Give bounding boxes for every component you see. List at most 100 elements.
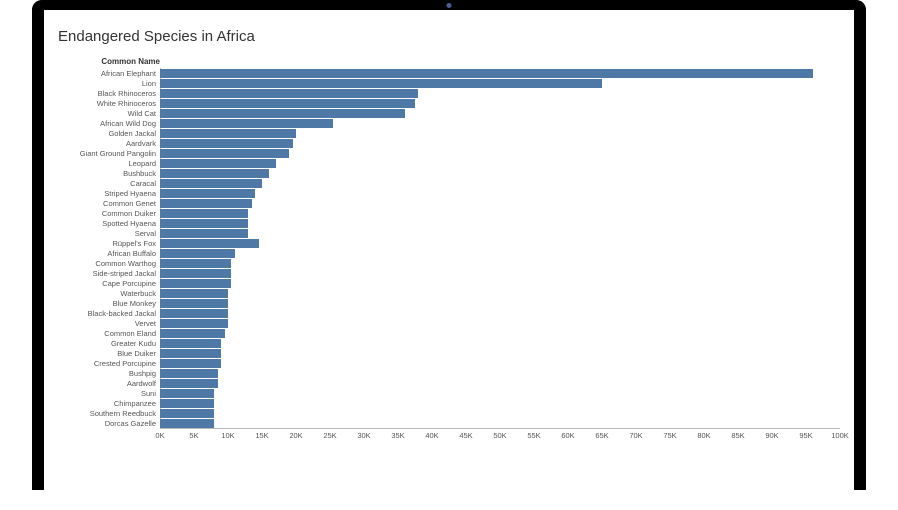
category-label: Common Warthog <box>54 259 160 268</box>
bar-track <box>160 228 840 238</box>
bar-row: Blue Monkey <box>54 298 840 308</box>
category-label: Common Duiker <box>54 209 160 218</box>
bar-row: Waterbuck <box>54 288 840 298</box>
bar-track <box>160 108 840 118</box>
bar-track <box>160 158 840 168</box>
bar <box>160 369 218 378</box>
bezel-left <box>32 0 44 490</box>
category-label: Crested Porcupine <box>54 359 160 368</box>
bar <box>160 199 252 208</box>
bar <box>160 359 221 368</box>
bar-track <box>160 358 840 368</box>
bar-track <box>160 68 840 78</box>
category-label: Cape Porcupine <box>54 279 160 288</box>
bar-track <box>160 238 840 248</box>
bar <box>160 379 218 388</box>
category-label: Giant Ground Pangolin <box>54 149 160 158</box>
bar <box>160 69 813 78</box>
bar <box>160 419 214 428</box>
x-tick: 90K <box>765 431 778 440</box>
bar <box>160 299 228 308</box>
category-label: Suni <box>54 389 160 398</box>
bar-track <box>160 368 840 378</box>
category-label: Black Rhinoceros <box>54 89 160 98</box>
x-tick: 5K <box>189 431 198 440</box>
bar-row: Caracal <box>54 178 840 188</box>
x-tick: 65K <box>595 431 608 440</box>
bar-track <box>160 258 840 268</box>
x-tick: 70K <box>629 431 642 440</box>
bar-track <box>160 348 840 358</box>
x-tick: 0K <box>155 431 164 440</box>
bar <box>160 389 214 398</box>
category-label: African Elephant <box>54 69 160 78</box>
screen-content: Endangered Species in Africa Common Name… <box>44 10 854 510</box>
bar-track <box>160 318 840 328</box>
bar-track <box>160 418 840 428</box>
bar-track <box>160 218 840 228</box>
bar-track <box>160 278 840 288</box>
bar <box>160 349 221 358</box>
category-label: Southern Reedbuck <box>54 409 160 418</box>
bar-row: Aardwolf <box>54 378 840 388</box>
bar-row: Cape Porcupine <box>54 278 840 288</box>
category-label: Black-backed Jackal <box>54 309 160 318</box>
x-tick: 75K <box>663 431 676 440</box>
bezel-right <box>854 0 866 490</box>
bar-row: Suni <box>54 388 840 398</box>
bar-row: Dorcas Gazelle <box>54 418 840 428</box>
bar-track <box>160 298 840 308</box>
bar-track <box>160 178 840 188</box>
category-label: Wild Cat <box>54 109 160 118</box>
bar <box>160 229 248 238</box>
bar <box>160 159 276 168</box>
bar-row: Bushpig <box>54 368 840 378</box>
bar-track <box>160 288 840 298</box>
bar-track <box>160 188 840 198</box>
x-tick: 35K <box>391 431 404 440</box>
bar-row: Golden Jackal <box>54 128 840 138</box>
category-label: Common Eland <box>54 329 160 338</box>
bar <box>160 139 293 148</box>
bar-row: White Rhinoceros <box>54 98 840 108</box>
category-label: Golden Jackal <box>54 129 160 138</box>
bar <box>160 129 296 138</box>
bar-row: Common Duiker <box>54 208 840 218</box>
bar-row: Serval <box>54 228 840 238</box>
bar <box>160 169 269 178</box>
bar-row: Common Genet <box>54 198 840 208</box>
bar <box>160 149 289 158</box>
x-axis: 0K5K10K15K20K25K30K35K40K45K50K55K60K65K… <box>160 428 840 442</box>
bar-row: Greater Kudu <box>54 338 840 348</box>
bar-row: African Wild Dog <box>54 118 840 128</box>
bar <box>160 119 333 128</box>
x-tick: 60K <box>561 431 574 440</box>
x-tick: 80K <box>697 431 710 440</box>
x-tick: 25K <box>323 431 336 440</box>
camera-icon <box>447 3 452 8</box>
bar-track <box>160 378 840 388</box>
bar <box>160 319 228 328</box>
x-tick: 45K <box>459 431 472 440</box>
bar-track <box>160 338 840 348</box>
x-tick: 55K <box>527 431 540 440</box>
bar-row: Common Warthog <box>54 258 840 268</box>
bars-container: African ElephantLionBlack RhinocerosWhit… <box>54 68 840 428</box>
x-tick: 40K <box>425 431 438 440</box>
bar-track <box>160 78 840 88</box>
bar <box>160 339 221 348</box>
bar-row: Chimpanzee <box>54 398 840 408</box>
bar <box>160 89 418 98</box>
bar-track <box>160 118 840 128</box>
bar <box>160 309 228 318</box>
x-tick: 20K <box>289 431 302 440</box>
category-label: Greater Kudu <box>54 339 160 348</box>
bar-row: Spotted Hyaena <box>54 218 840 228</box>
category-label: Caracal <box>54 179 160 188</box>
bar <box>160 109 405 118</box>
bar <box>160 259 231 268</box>
bar-row: Giant Ground Pangolin <box>54 148 840 158</box>
category-label: Vervet <box>54 319 160 328</box>
category-label: White Rhinoceros <box>54 99 160 108</box>
bar-track <box>160 208 840 218</box>
